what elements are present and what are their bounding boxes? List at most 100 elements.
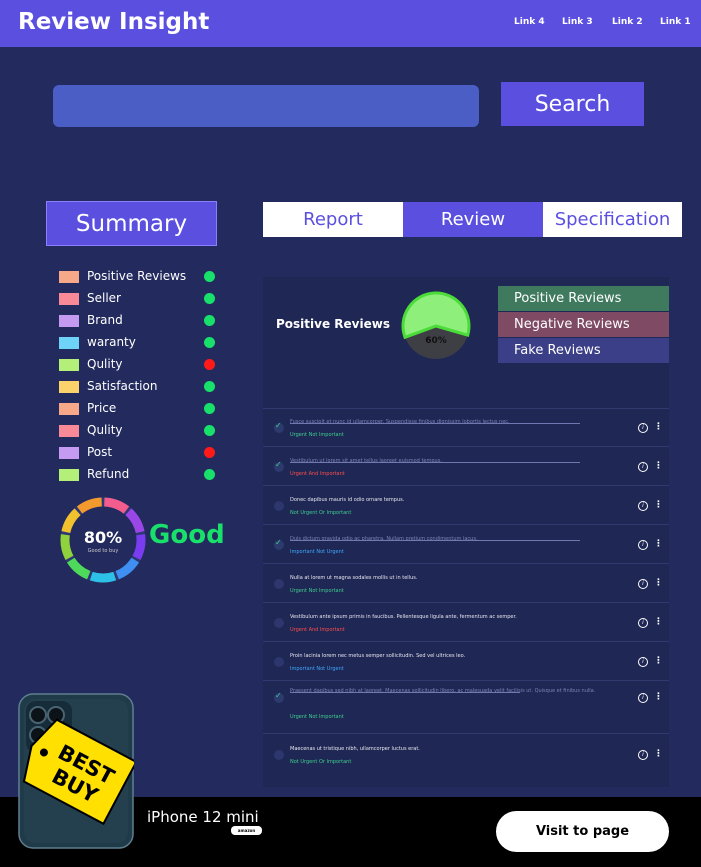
review-text: Vestibulum ante ipsum primis in faucibus… xyxy=(290,614,517,620)
search-input[interactable] xyxy=(53,85,479,127)
summary-item-label: Price xyxy=(87,401,117,415)
swatch-icon xyxy=(59,293,79,305)
review-pie-chart xyxy=(401,291,471,359)
status-dot-icon xyxy=(204,425,215,436)
review-row[interactable]: Vestibulum ante ipsum primis in faucibus… xyxy=(263,602,669,641)
review-text: Praesent dapibus sed nibh at laoreet. Ma… xyxy=(290,688,596,694)
summary-item-label: Satisfaction xyxy=(87,379,158,393)
more-vertical-icon[interactable]: ⋮ xyxy=(654,422,663,432)
summary-item-label: Seller xyxy=(87,291,121,305)
review-text: Fusce suscipit et nunc id ullamcorper. S… xyxy=(290,419,510,425)
more-vertical-icon[interactable]: ⋮ xyxy=(654,692,663,702)
summary-item: Qulity xyxy=(59,423,219,439)
review-text: Nulla at lorem ut magna sodales mollis u… xyxy=(290,575,418,581)
swatch-icon xyxy=(59,425,79,437)
nav-link-4[interactable]: Link 4 xyxy=(514,17,545,27)
more-vertical-icon[interactable]: ⋮ xyxy=(654,539,663,549)
review-tag: Not Urgent Or Important xyxy=(290,759,352,765)
review-row[interactable]: Praesent dapibus sed nibh at laoreet. Ma… xyxy=(263,680,669,733)
tab-review[interactable]: Review xyxy=(403,202,543,237)
summary-item: Price xyxy=(59,401,219,417)
more-vertical-icon[interactable]: ⋮ xyxy=(654,461,663,471)
status-dot-icon xyxy=(204,359,215,370)
tab-specification[interactable]: Specification xyxy=(543,202,682,237)
review-text: Duis dictum gravida odio ac pharetra. Nu… xyxy=(290,536,478,542)
nav-link-1[interactable]: Link 1 xyxy=(660,17,691,27)
more-vertical-icon[interactable]: ⋮ xyxy=(654,617,663,627)
info-icon[interactable]: i xyxy=(638,501,648,511)
status-dot-icon xyxy=(204,271,215,282)
review-tag: Important Not Urgent xyxy=(290,666,344,672)
info-icon[interactable]: i xyxy=(638,657,648,667)
search-button[interactable]: Search xyxy=(501,82,644,126)
legend-positive-reviews[interactable]: Positive Reviews xyxy=(498,286,669,311)
swatch-icon xyxy=(59,381,79,393)
info-icon[interactable]: i xyxy=(638,618,648,628)
summary-item: Refund xyxy=(59,467,219,483)
info-icon[interactable]: i xyxy=(638,693,648,703)
review-text: Vestibulum ut lorem sit amet tellus laor… xyxy=(290,458,442,464)
tab-report[interactable]: Report xyxy=(263,202,403,237)
info-icon[interactable]: i xyxy=(638,750,648,760)
review-tag: Urgent Not Important xyxy=(290,714,344,720)
summary-item: Brand xyxy=(59,313,219,329)
swatch-icon xyxy=(59,359,79,371)
nav-link-3[interactable]: Link 3 xyxy=(562,17,593,27)
summary-item: Satisfaction xyxy=(59,379,219,395)
app-title: Review Insight xyxy=(18,9,210,35)
legend-negative-reviews[interactable]: Negative Reviews xyxy=(498,312,669,337)
info-icon[interactable]: i xyxy=(638,579,648,589)
summary-item-label: Post xyxy=(87,445,113,459)
info-icon[interactable]: i xyxy=(638,423,648,433)
swatch-icon xyxy=(59,447,79,459)
review-row[interactable]: Donec dapibus mauris id odio ornare temp… xyxy=(263,485,669,524)
review-row[interactable]: Vestibulum ut lorem sit amet tellus laor… xyxy=(263,446,669,485)
info-icon[interactable]: i xyxy=(638,540,648,550)
strikethrough-line xyxy=(290,423,580,424)
review-row[interactable]: Fusce suscipit et nunc id ullamcorper. S… xyxy=(263,408,669,446)
more-vertical-icon[interactable]: ⋮ xyxy=(654,656,663,666)
check-icon[interactable] xyxy=(274,421,284,433)
summary-heading: Summary xyxy=(46,201,217,246)
review-tag: Urgent And Important xyxy=(290,471,345,477)
summary-item: Post xyxy=(59,445,219,461)
score-subtitle: Good to buy xyxy=(87,548,119,554)
more-vertical-icon[interactable]: ⋮ xyxy=(654,500,663,510)
checkbox-icon[interactable] xyxy=(274,618,284,628)
pie-percent-label: 60% xyxy=(425,336,447,346)
summary-item-label: Qulity xyxy=(87,423,123,437)
checkbox-icon[interactable] xyxy=(274,501,284,511)
review-row[interactable]: Duis dictum gravida odio ac pharetra. Nu… xyxy=(263,524,669,563)
more-vertical-icon[interactable]: ⋮ xyxy=(654,749,663,759)
summary-item-label: Positive Reviews xyxy=(87,269,187,283)
review-text: Maecenas ut tristique nibh, ullamcorper … xyxy=(290,746,420,752)
info-icon[interactable]: i xyxy=(638,462,648,472)
product-name: iPhone 12 mini xyxy=(147,808,259,826)
visit-page-button[interactable]: Visit to page xyxy=(496,811,669,852)
nav-link-2[interactable]: Link 2 xyxy=(612,17,643,27)
more-vertical-icon[interactable]: ⋮ xyxy=(654,578,663,588)
check-icon[interactable] xyxy=(274,538,284,550)
review-row[interactable]: Proin lacinia lorem nec metus semper sol… xyxy=(263,641,669,680)
checkbox-icon[interactable] xyxy=(274,657,284,667)
status-dot-icon xyxy=(204,337,215,348)
checkbox-icon[interactable] xyxy=(274,579,284,589)
strikethrough-line xyxy=(290,462,580,463)
summary-item-label: Qulity xyxy=(87,357,123,371)
review-tag: Not Urgent Or Important xyxy=(290,510,352,516)
amazon-badge: amazon xyxy=(231,826,262,835)
check-icon[interactable] xyxy=(274,691,284,703)
legend-fake-reviews[interactable]: Fake Reviews xyxy=(498,338,669,363)
gauge-segment xyxy=(89,571,117,583)
summary-item: Seller xyxy=(59,291,219,307)
checkbox-icon[interactable] xyxy=(274,750,284,760)
review-row[interactable]: Maecenas ut tristique nibh, ullamcorper … xyxy=(263,733,669,774)
swatch-icon xyxy=(59,403,79,415)
review-row[interactable]: Nulla at lorem ut magna sodales mollis u… xyxy=(263,563,669,602)
status-dot-icon xyxy=(204,469,215,480)
summary-item-label: waranty xyxy=(87,335,136,349)
check-icon[interactable] xyxy=(274,460,284,472)
status-dot-icon xyxy=(204,293,215,304)
review-tag: Urgent Not Important xyxy=(290,588,344,594)
summary-item: Positive Reviews xyxy=(59,269,219,285)
